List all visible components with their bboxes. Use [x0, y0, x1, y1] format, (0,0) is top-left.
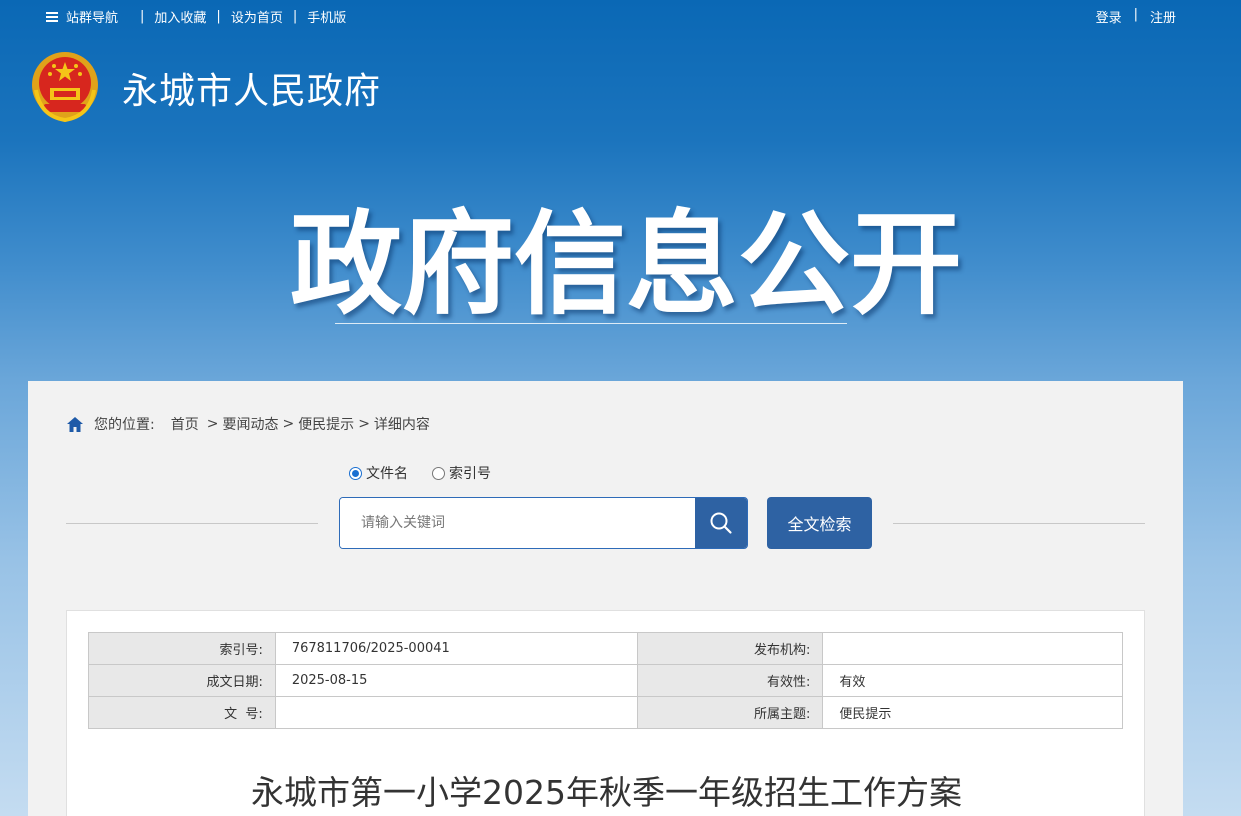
top-bar: 站群导航 | 加入收藏 | 设为首页 | 手机版 登录 | 注册 [0, 0, 1241, 32]
top-links: 站群导航 | 加入收藏 | 设为首页 | 手机版 [46, 7, 346, 26]
radio-index-label[interactable]: 索引号 [449, 463, 491, 483]
site-title[interactable]: 永城市人民政府 [122, 62, 381, 114]
breadcrumb: 您的位置: 首页 > 要闻动态 > 便民提示 > 详细内容 [66, 414, 430, 434]
divider-right [893, 523, 1145, 524]
breadcrumb-home[interactable]: 首页 [171, 414, 199, 434]
breadcrumb-prefix: 您的位置: [94, 417, 155, 433]
meta-value [274, 696, 638, 729]
document-title: 永城市第一小学2025年秋季一年级招生工作方案 [251, 773, 962, 812]
search-bar [339, 497, 748, 549]
meta-key: 所属主题: [636, 696, 824, 729]
meta-key: 有效性: [636, 664, 824, 697]
hero-underline [335, 323, 847, 324]
divider: | [140, 9, 145, 24]
add-favorite-link[interactable]: 加入收藏 [154, 7, 206, 26]
fulltext-search-button[interactable]: 全文检索 [767, 497, 872, 549]
hero-title: 政府信息公开 [290, 200, 962, 330]
radio-filename[interactable] [349, 466, 362, 480]
search-input[interactable] [340, 498, 697, 548]
meta-key: 索引号: [88, 632, 276, 665]
breadcrumb-separator: > [358, 416, 370, 432]
meta-value [822, 632, 1123, 665]
table-row: 成文日期: 2025-08-15 有效性: 有效 [88, 664, 1123, 697]
set-homepage-link[interactable]: 设为首页 [231, 7, 283, 26]
search-icon [710, 512, 732, 534]
site-nav-link[interactable]: 站群导航 [66, 7, 118, 26]
divider: | [216, 9, 221, 24]
radio-filename-label[interactable]: 文件名 [366, 463, 408, 483]
home-icon [67, 416, 83, 432]
mobile-version-link[interactable]: 手机版 [307, 7, 346, 26]
document-card: 索引号: 767811706/2025-00041 发布机构: 成文日期: 20… [66, 610, 1145, 816]
search-type-options: 文件名 索引号 [349, 463, 515, 483]
breadcrumb-separator: > [282, 416, 295, 432]
main-panel: 您的位置: 首页 > 要闻动态 > 便民提示 > 详细内容 文件名 索引号 全文… [28, 381, 1183, 816]
divider: | [292, 9, 298, 24]
meta-key: 发布机构: [636, 632, 824, 665]
breadcrumb-separator: > [206, 416, 219, 432]
meta-value: 767811706/2025-00041 [274, 632, 638, 665]
document-meta-table: 索引号: 767811706/2025-00041 发布机构: 成文日期: 20… [88, 632, 1123, 729]
meta-value: 有效 [822, 664, 1123, 697]
search-button[interactable] [695, 498, 747, 548]
menu-list-icon[interactable] [46, 11, 58, 22]
divider: | [1133, 7, 1138, 22]
register-link[interactable]: 注册 [1150, 7, 1176, 26]
table-row: 文 号: 所属主题: 便民提示 [88, 696, 1123, 729]
breadcrumb-news[interactable]: 要闻动态 [222, 414, 278, 434]
login-link[interactable]: 登录 [1096, 7, 1122, 26]
radio-index[interactable] [432, 466, 445, 480]
breadcrumb-notice[interactable]: 便民提示 [298, 414, 354, 434]
breadcrumb-current: 详细内容 [373, 417, 430, 433]
auth-links: 登录 | 注册 [1096, 7, 1176, 26]
meta-key: 文 号: [88, 696, 276, 729]
table-row: 索引号: 767811706/2025-00041 发布机构: [88, 632, 1123, 665]
meta-key: 成文日期: [88, 664, 276, 697]
meta-value: 便民提示 [822, 696, 1123, 729]
national-emblem-icon[interactable] [30, 50, 100, 124]
meta-value: 2025-08-15 [274, 664, 638, 697]
divider-left [66, 523, 318, 524]
